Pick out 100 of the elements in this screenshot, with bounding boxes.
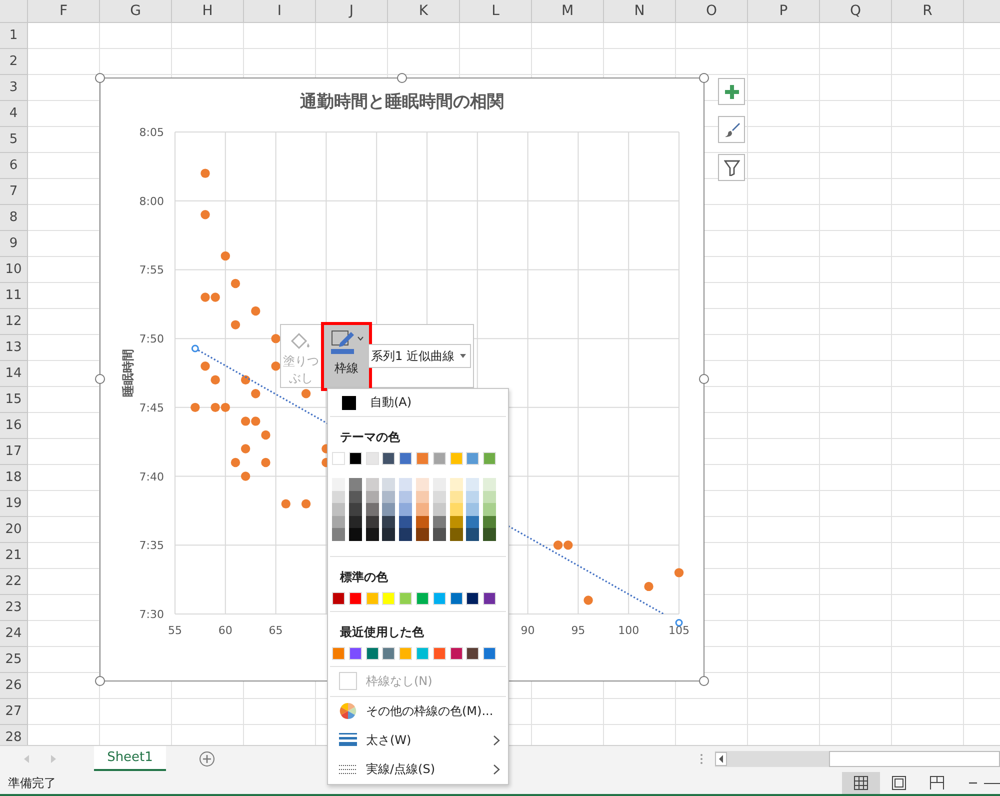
data-point[interactable] <box>251 416 260 426</box>
row-header[interactable]: 14 <box>0 361 28 387</box>
color-swatch[interactable] <box>332 478 345 491</box>
color-swatch[interactable] <box>382 592 396 605</box>
row-header[interactable]: 10 <box>0 257 28 283</box>
color-swatch[interactable] <box>366 478 379 491</box>
next-sheet-icon[interactable] <box>50 755 56 763</box>
color-swatch[interactable] <box>466 592 480 605</box>
scroll-left-icon[interactable] <box>715 752 727 766</box>
data-point[interactable] <box>220 251 230 261</box>
resize-handle[interactable] <box>95 374 105 384</box>
add-sheet-icon[interactable] <box>199 751 215 767</box>
color-swatch[interactable] <box>432 503 446 516</box>
data-point[interactable] <box>301 499 311 508</box>
data-point[interactable] <box>200 362 210 371</box>
data-point[interactable] <box>200 210 210 220</box>
column-header[interactable]: I <box>244 0 316 23</box>
color-swatch[interactable] <box>416 478 429 491</box>
trendline-handle[interactable] <box>675 619 683 626</box>
data-point[interactable] <box>261 430 270 440</box>
row-header[interactable]: 4 <box>0 101 28 127</box>
color-swatch[interactable] <box>466 503 480 516</box>
color-swatch[interactable] <box>332 592 345 605</box>
data-point[interactable] <box>190 402 200 412</box>
color-swatch[interactable] <box>483 592 496 605</box>
color-swatch[interactable] <box>432 516 446 528</box>
previous-sheet-icon[interactable] <box>24 755 30 763</box>
row-header[interactable]: 28 <box>0 725 28 745</box>
color-swatch[interactable] <box>382 516 396 528</box>
color-swatch[interactable] <box>432 592 446 605</box>
row-header[interactable]: 21 <box>0 543 28 569</box>
row-header[interactable]: 3 <box>0 75 28 101</box>
data-point[interactable] <box>644 582 654 592</box>
color-swatch[interactable] <box>348 646 362 660</box>
data-point[interactable] <box>564 540 573 550</box>
color-swatch[interactable] <box>366 490 379 504</box>
column-header[interactable]: O <box>676 0 748 23</box>
menu-item[interactable]: 太さ(W) <box>328 726 508 755</box>
data-point[interactable] <box>240 444 250 454</box>
data-point[interactable] <box>240 416 250 426</box>
color-swatch[interactable] <box>450 592 463 605</box>
color-swatch[interactable] <box>399 490 412 504</box>
column-header[interactable]: R <box>892 0 964 23</box>
color-swatch[interactable] <box>382 528 396 541</box>
row-header[interactable]: 2 <box>0 49 28 75</box>
color-swatch[interactable] <box>483 646 496 660</box>
data-point[interactable] <box>261 458 270 468</box>
color-swatch[interactable] <box>416 490 429 504</box>
color-swatch[interactable] <box>399 528 412 541</box>
trendline-handle[interactable] <box>191 344 199 352</box>
color-swatch[interactable] <box>399 452 412 465</box>
row-header[interactable]: 25 <box>0 647 28 673</box>
color-swatch[interactable] <box>332 516 345 528</box>
view-button[interactable] <box>842 772 880 794</box>
color-swatch[interactable] <box>432 646 446 660</box>
color-swatch[interactable] <box>366 452 379 465</box>
resize-handle[interactable] <box>95 73 105 83</box>
column-header[interactable]: J <box>316 0 388 23</box>
color-swatch[interactable] <box>483 528 496 541</box>
color-swatch[interactable] <box>348 490 362 504</box>
color-swatch[interactable] <box>432 528 446 541</box>
resize-handle[interactable] <box>699 676 709 686</box>
resize-handle[interactable] <box>699 73 709 83</box>
data-point[interactable] <box>553 540 563 550</box>
row-header[interactable]: 16 <box>0 413 28 439</box>
color-swatch[interactable] <box>466 516 480 528</box>
color-swatch[interactable] <box>450 516 463 528</box>
color-swatch[interactable] <box>332 528 345 541</box>
automatic-color-item[interactable]: 自動(A) <box>328 389 508 416</box>
color-swatch[interactable] <box>348 478 362 491</box>
column-header[interactable]: K <box>388 0 460 23</box>
color-swatch[interactable] <box>332 503 345 516</box>
chart-elements-button[interactable] <box>718 78 745 105</box>
data-point[interactable] <box>584 596 593 605</box>
menu-item[interactable]: その他の枠線の色(M)... <box>328 696 508 726</box>
color-swatch[interactable] <box>348 528 362 541</box>
data-point[interactable] <box>271 362 280 371</box>
row-header[interactable]: 26 <box>0 673 28 699</box>
data-point[interactable] <box>210 292 220 302</box>
color-swatch[interactable] <box>466 452 480 465</box>
color-swatch[interactable] <box>399 516 412 528</box>
color-swatch[interactable] <box>416 452 429 465</box>
data-point[interactable] <box>230 458 240 468</box>
column-header[interactable]: F <box>28 0 100 23</box>
color-swatch[interactable] <box>366 516 379 528</box>
outline-button[interactable]: 枠線 <box>321 322 372 391</box>
data-point[interactable] <box>230 278 240 288</box>
row-header[interactable]: 17 <box>0 439 28 465</box>
row-header[interactable]: 6 <box>0 153 28 179</box>
color-swatch[interactable] <box>450 503 463 516</box>
color-swatch[interactable] <box>348 516 362 528</box>
color-swatch[interactable] <box>466 490 480 504</box>
color-swatch[interactable] <box>399 478 412 491</box>
row-header[interactable]: 5 <box>0 127 28 153</box>
color-swatch[interactable] <box>332 452 345 465</box>
column-header[interactable]: L <box>460 0 532 23</box>
row-header[interactable]: 9 <box>0 231 28 257</box>
chart-element-dropdown[interactable]: 系列1 近似曲線 <box>368 344 471 368</box>
column-header[interactable]: Q <box>820 0 892 23</box>
data-point[interactable] <box>674 568 684 578</box>
